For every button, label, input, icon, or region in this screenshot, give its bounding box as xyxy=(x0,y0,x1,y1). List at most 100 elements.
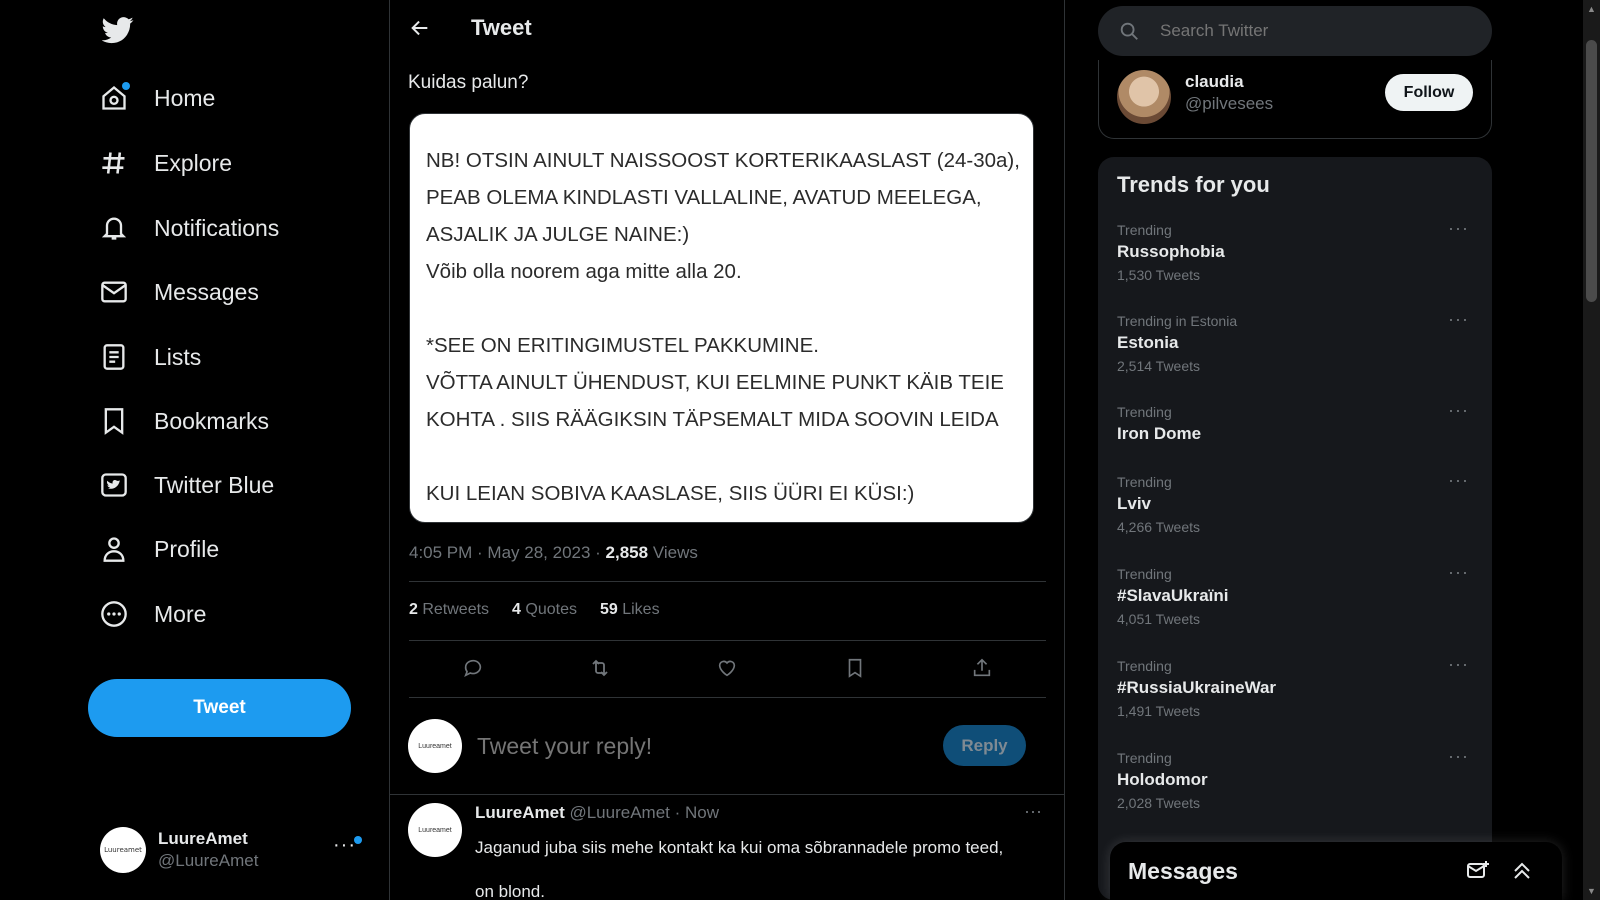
nav-explore[interactable]: Explore xyxy=(100,139,232,187)
trend-item[interactable]: Trending #SlavaUkraïni 4,051 Tweets ··· xyxy=(1117,562,1477,627)
avatar[interactable] xyxy=(1117,70,1171,124)
trend-item[interactable]: Trending Holodomor 2,028 Tweets ··· xyxy=(1117,746,1477,811)
more-horizontal-icon[interactable]: ··· xyxy=(333,834,356,857)
reply-input[interactable] xyxy=(477,732,937,760)
quotes-stat[interactable]: 4 Quotes xyxy=(512,601,577,619)
retweets-label: Retweets xyxy=(417,601,490,618)
scroll-up-arrow-icon[interactable]: ▲ xyxy=(1587,4,1596,14)
trends-title: Trends for you xyxy=(1117,172,1270,197)
tweet-text: Kuidas palun? xyxy=(408,72,529,93)
list-icon xyxy=(100,343,128,371)
reply-text: Jaganud juba siis mehe kontakt ka kui om… xyxy=(475,826,1003,900)
likes-count: 59 xyxy=(599,601,618,618)
trend-context: Trending xyxy=(1117,404,1172,420)
quotes-label: Quotes xyxy=(520,601,577,618)
person-icon xyxy=(100,535,128,563)
nav-more[interactable]: More xyxy=(100,590,206,638)
messages-drawer[interactable]: Messages xyxy=(1110,842,1562,900)
trend-name: Iron Dome xyxy=(1117,424,1202,443)
divider xyxy=(409,640,1046,641)
retweets-stat[interactable]: 2 Retweets xyxy=(409,601,489,619)
bell-icon xyxy=(100,214,128,242)
page-header: Tweet xyxy=(390,0,1064,56)
nav-profile[interactable]: Profile xyxy=(100,525,219,573)
nav-messages[interactable]: Messages xyxy=(100,268,259,316)
trend-count: 2,028 Tweets xyxy=(1117,795,1201,811)
divider xyxy=(409,581,1046,582)
more-horizontal-icon[interactable]: ··· xyxy=(1448,218,1469,239)
nav-bookmarks[interactable]: Bookmarks xyxy=(100,397,269,445)
new-message-icon[interactable] xyxy=(1466,859,1490,888)
bookmark-icon[interactable] xyxy=(838,651,872,685)
image-text-line: NB! OTSIN AINULT NAISSOOST KORTERIKAASLA… xyxy=(426,149,1020,172)
likes-label: Likes xyxy=(617,601,660,618)
nav-lists[interactable]: Lists xyxy=(100,333,201,381)
trend-name: Holodomor xyxy=(1117,770,1208,789)
twitter-logo-icon[interactable] xyxy=(101,14,134,46)
nav-label: Home xyxy=(154,84,216,111)
nav-notifications[interactable]: Notifications xyxy=(100,204,279,252)
image-text-line: *SEE ON ERITINGIMUSTEL PAKKUMINE. xyxy=(426,334,819,357)
main-column: Tweet Kuidas palun? NB! OTSIN AINULT NAI… xyxy=(389,0,1065,900)
more-horizontal-icon[interactable]: ··· xyxy=(1024,801,1042,822)
more-horizontal-icon[interactable]: ··· xyxy=(1448,470,1469,491)
reply-button[interactable]: Reply xyxy=(943,725,1026,766)
reply-author-name[interactable]: LuureAmet xyxy=(475,803,565,822)
trend-context: Trending in Estonia xyxy=(1117,313,1238,329)
more-horizontal-icon[interactable]: ··· xyxy=(1448,746,1469,767)
trend-item[interactable]: Trending Lviv 4,266 Tweets ··· xyxy=(1117,470,1477,535)
envelope-icon xyxy=(100,278,128,306)
trend-name: #SlavaUkraïni xyxy=(1117,586,1229,605)
tweet-button[interactable]: Tweet xyxy=(88,679,351,737)
divider xyxy=(390,794,1064,795)
scroll-down-arrow-icon[interactable]: ▼ xyxy=(1587,886,1596,896)
trend-item[interactable]: Trending #RussiaUkraineWar 1,491 Tweets … xyxy=(1117,654,1477,719)
retweet-icon[interactable] xyxy=(583,651,617,685)
right-sidebar: claudia @pilvesees Follow Trends for you… xyxy=(1098,0,1492,900)
home-icon xyxy=(100,82,130,112)
reply-author-handle: @LuureAmet · Now xyxy=(564,803,719,822)
trend-context: Trending xyxy=(1117,222,1172,238)
trend-item[interactable]: Trending Russophobia 1,530 Tweets ··· xyxy=(1117,218,1477,283)
trend-item[interactable]: Trending Iron Dome ··· xyxy=(1117,400,1477,444)
account-names: LuureAmet @LuureAmet xyxy=(158,829,258,871)
scrollbar-thumb[interactable] xyxy=(1586,40,1597,302)
back-arrow-icon[interactable] xyxy=(400,8,440,48)
nav-twitter-blue[interactable]: Twitter Blue xyxy=(100,461,274,509)
follow-user-name[interactable]: claudia xyxy=(1185,72,1244,92)
trend-item[interactable]: Trending in Estonia Estonia 2,514 Tweets… xyxy=(1117,309,1477,374)
views-count: 2,858 xyxy=(605,543,649,562)
more-horizontal-icon[interactable]: ··· xyxy=(1448,562,1469,583)
image-text-line: VÕTTA AINULT ÜHENDUST, KUI EELMINE PUNKT… xyxy=(426,371,1004,394)
expand-chevrons-icon[interactable] xyxy=(1510,859,1534,888)
trend-name: #RussiaUkraineWar xyxy=(1117,678,1277,697)
nav-label: More xyxy=(154,600,207,627)
likes-stat[interactable]: 59 Likes xyxy=(600,601,660,619)
reply-text-line: Jaganud juba siis mehe kontakt ka kui om… xyxy=(475,838,1004,857)
trend-name: Estonia xyxy=(1117,333,1179,352)
account-switcher[interactable]: Luureamet LuureAmet @LuureAmet ··· xyxy=(100,822,370,878)
more-horizontal-icon[interactable]: ··· xyxy=(1448,400,1469,421)
trend-context: Trending xyxy=(1117,474,1172,490)
share-icon[interactable] xyxy=(965,651,999,685)
reply-icon[interactable] xyxy=(456,651,490,685)
more-circle-icon xyxy=(100,600,128,628)
left-sidebar: Home Explore Notifications Messages List… xyxy=(0,0,390,900)
search-input[interactable] xyxy=(1160,21,1460,41)
more-horizontal-icon[interactable]: ··· xyxy=(1448,654,1469,675)
tweet-image[interactable]: NB! OTSIN AINULT NAISSOOST KORTERIKAASLA… xyxy=(409,113,1034,523)
search-bar[interactable] xyxy=(1098,6,1492,56)
avatar: Luureamet xyxy=(408,719,462,773)
page-scrollbar[interactable]: ▲ ▼ xyxy=(1583,0,1600,900)
more-horizontal-icon[interactable]: ··· xyxy=(1448,309,1469,330)
trend-name: Russophobia xyxy=(1117,242,1225,261)
nav-home[interactable]: Home xyxy=(100,74,215,122)
reply-composer: Luureamet Reply xyxy=(408,718,1048,774)
tweet-timestamp[interactable]: 4:05 PM · May 28, 2023 · xyxy=(409,543,606,562)
app-root: Home Explore Notifications Messages List… xyxy=(0,0,1600,900)
twitter-blue-icon xyxy=(100,471,128,499)
like-heart-icon[interactable] xyxy=(710,651,744,685)
follow-button[interactable]: Follow xyxy=(1385,74,1473,111)
tweet-stats: 2 Retweets 4 Quotes 59 Likes xyxy=(409,601,660,619)
avatar[interactable]: Luureamet xyxy=(408,803,462,857)
